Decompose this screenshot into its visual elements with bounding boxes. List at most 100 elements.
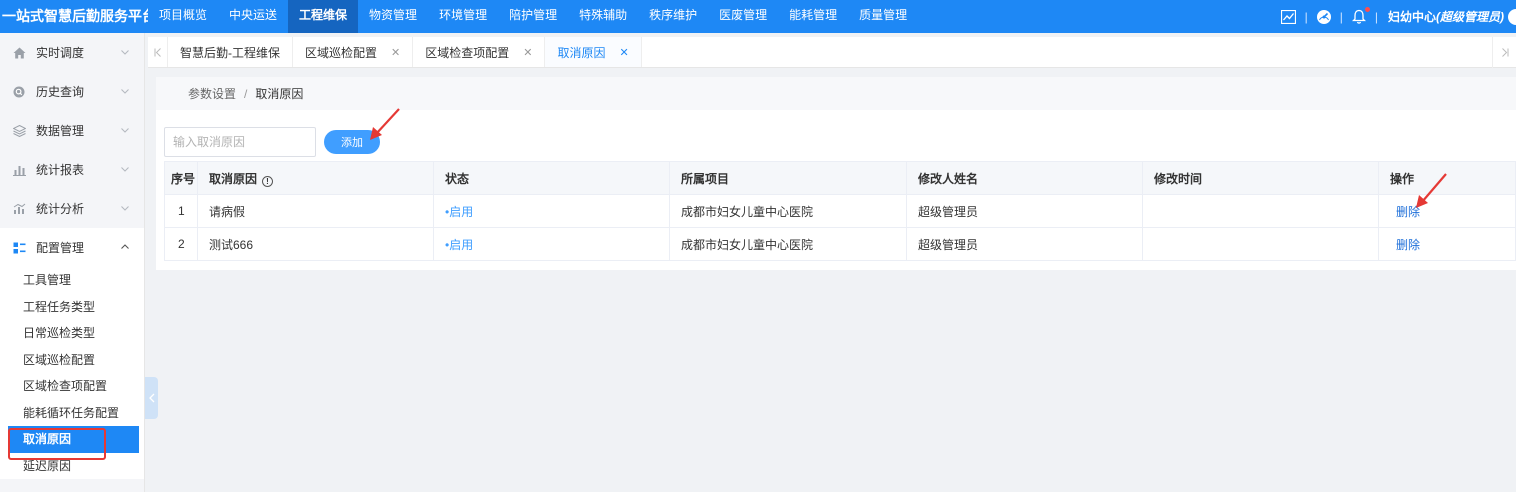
status-text: 启用 [449, 204, 474, 219]
cell-modifier: 超级管理员 [906, 227, 1143, 261]
sidebar-group-realtime[interactable]: 实时调度 [0, 33, 144, 72]
close-icon[interactable]: ✕ [391, 46, 400, 59]
chevron-left-icon [148, 393, 154, 403]
avatar[interactable] [1508, 8, 1516, 25]
header-separator: | [1304, 9, 1308, 24]
sidebar-group-report[interactable]: 统计报表 [0, 150, 144, 189]
nav-item-central-transport[interactable]: 中央运送 [218, 0, 288, 33]
tab-label: 智慧后勤-工程维保 [180, 45, 280, 60]
sidebar-collapse-handle[interactable] [145, 377, 158, 419]
sidebar-item-area-inspection[interactable]: 区域巡检配置 [0, 347, 144, 374]
delete-button[interactable]: 删除 [1396, 238, 1420, 252]
chevron-down-icon [121, 89, 129, 94]
chevron-down-icon [121, 167, 129, 172]
dashboard-gauge-icon[interactable] [1316, 9, 1332, 25]
close-icon[interactable]: ✕ [523, 46, 532, 59]
bell-icon[interactable] [1351, 6, 1370, 25]
cell-reason: 请病假 [197, 194, 434, 228]
cell-project: 成都市妇女儿童中心医院 [669, 194, 907, 228]
status-text: 启用 [449, 237, 474, 252]
table-row: 1 请病假 •启用 成都市妇女儿童中心医院 超级管理员 删除 [164, 194, 1516, 228]
tab-label: 区域检查项配置 [425, 45, 510, 60]
sidebar-group-analysis[interactable]: 统计分析 [0, 189, 144, 228]
chevron-down-icon [121, 50, 129, 55]
tabs-scroll-left[interactable] [148, 37, 168, 67]
chevron-up-icon [121, 244, 129, 249]
close-icon[interactable]: ✕ [619, 46, 628, 59]
cell-reason: 测试666 [197, 227, 434, 261]
column-header-reason-label: 取消原因 [209, 171, 258, 186]
table-row: 2 测试666 •启用 成都市妇女儿童中心医院 超级管理员 删除 [164, 227, 1516, 261]
user-role: (超级管理员) [1436, 10, 1504, 24]
delete-button[interactable]: 删除 [1396, 205, 1420, 219]
nav-item-overview[interactable]: 项目概览 [148, 0, 218, 33]
config-submenu: 工具管理 工程任务类型 日常巡检类型 区域巡检配置 区域检查项配置 能耗循环任务… [0, 267, 144, 479]
tab-area-inspection[interactable]: 区域巡检配置 ✕ [293, 37, 414, 67]
breadcrumb-separator: / [244, 86, 248, 101]
tabs-bar: 智慧后勤-工程维保 区域巡检配置 ✕ 区域检查项配置 ✕ 取消原因 ✕ [148, 37, 1516, 68]
sidebar-item-task-types[interactable]: 工程任务类型 [0, 294, 144, 321]
analysis-chart-icon [12, 202, 26, 216]
sidebar-item-inspection-types[interactable]: 日常巡检类型 [0, 320, 144, 347]
sidebar-group-label: 配置管理 [36, 241, 85, 255]
add-button[interactable]: 添加 [324, 130, 380, 154]
sidebar-item-delay-reasons[interactable]: 延迟原因 [0, 453, 144, 480]
header-separator: | [1339, 9, 1343, 24]
nav-item-environment[interactable]: 环境管理 [428, 0, 498, 33]
tab-cancel-reasons[interactable]: 取消原因 ✕ [545, 37, 642, 67]
nav-item-escort[interactable]: 陪护管理 [498, 0, 568, 33]
sidebar-item-cancel-reasons[interactable]: 取消原因 [8, 426, 139, 453]
sidebar-group-label: 统计分析 [36, 202, 85, 216]
nav-item-order[interactable]: 秩序维护 [638, 0, 708, 33]
nav-item-quality[interactable]: 质量管理 [848, 0, 918, 33]
sidebar-group-data[interactable]: 数据管理 [0, 111, 144, 150]
app-brand: 一站式智慧后勤服务平台 [2, 8, 148, 24]
tab-label: 区域巡检配置 [305, 45, 378, 60]
sidebar-group-history[interactable]: 历史查询 [0, 72, 144, 111]
tabs-scroll-right[interactable] [1492, 37, 1516, 68]
sidebar-group-config[interactable]: 配置管理 [0, 228, 144, 267]
chevron-down-icon [121, 206, 129, 211]
tab-engineering-home[interactable]: 智慧后勤-工程维保 [168, 37, 293, 67]
chevron-down-icon [121, 128, 129, 133]
tab-area-check-items[interactable]: 区域检查项配置 ✕ [413, 37, 546, 67]
sidebar-item-area-check-items[interactable]: 区域检查项配置 [0, 373, 144, 400]
sidebar-group-label: 实时调度 [36, 46, 85, 60]
sidebar-item-energy-tasks[interactable]: 能耗循环任务配置 [0, 400, 144, 427]
notification-dot [1364, 6, 1370, 12]
sidebar: 实时调度 历史查询 数据管理 统计报表 统计分析 配置管理 工具管理 工程任务类… [0, 33, 145, 492]
info-icon[interactable]: ! [262, 175, 274, 187]
main-panel: 添加 序号 取消原因! 状态 所属项目 修改人姓名 修改时间 操作 1 请病假 … [156, 110, 1516, 270]
cell-status: •启用 [433, 227, 670, 261]
top-navbar: 一站式智慧后勤服务平台 项目概览 中央运送 工程维保 物资管理 环境管理 陪护管… [0, 0, 1516, 33]
breadcrumb-current: 取消原因 [255, 87, 304, 101]
bar-chart-icon [12, 163, 26, 177]
cell-project: 成都市妇女儿童中心医院 [669, 227, 907, 261]
column-header-project: 所属项目 [669, 161, 907, 195]
top-nav: 项目概览 中央运送 工程维保 物资管理 环境管理 陪护管理 特殊辅助 秩序维护 … [148, 0, 918, 33]
nav-item-medical-waste[interactable]: 医废管理 [708, 0, 778, 33]
column-header-reason: 取消原因! [197, 161, 434, 195]
last-page-icon [1501, 48, 1508, 57]
breadcrumb: 参数设置 / 取消原因 [156, 77, 1516, 110]
user-label: 妇幼中心 [1387, 10, 1436, 24]
chart-line-icon[interactable] [1281, 9, 1297, 25]
sidebar-item-tools[interactable]: 工具管理 [0, 267, 144, 294]
cancel-reasons-table: 序号 取消原因! 状态 所属项目 修改人姓名 修改时间 操作 1 请病假 •启用… [164, 161, 1516, 261]
sidebar-group-label: 统计报表 [36, 163, 85, 177]
cell-modified-time [1142, 194, 1379, 228]
column-header-index: 序号 [164, 161, 198, 195]
nav-item-special-assist[interactable]: 特殊辅助 [568, 0, 638, 33]
breadcrumb-parent[interactable]: 参数设置 [188, 85, 236, 102]
cancel-reason-input[interactable] [164, 127, 316, 157]
nav-item-materials[interactable]: 物资管理 [358, 0, 428, 33]
user-menu[interactable]: 妇幼中心(超级管理员) [1388, 8, 1504, 25]
layers-icon [12, 124, 26, 138]
nav-item-engineering[interactable]: 工程维保 [288, 0, 359, 33]
header-separator: | [1374, 9, 1378, 24]
search-icon [12, 85, 26, 99]
nav-item-energy[interactable]: 能耗管理 [778, 0, 848, 33]
home-icon [12, 46, 26, 60]
cell-actions: 删除 [1378, 194, 1516, 228]
column-header-modified-time: 修改时间 [1142, 161, 1379, 195]
